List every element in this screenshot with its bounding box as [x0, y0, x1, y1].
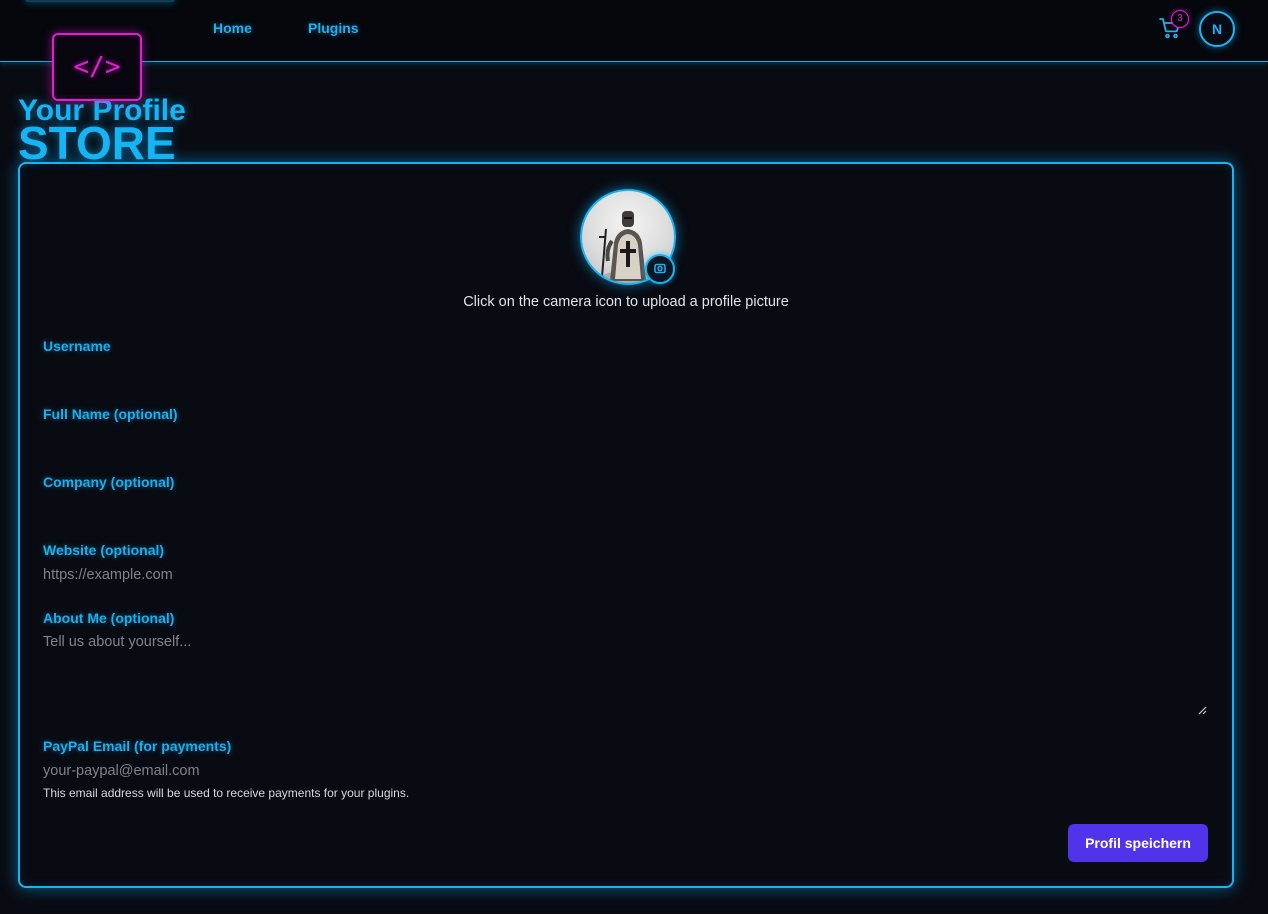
company-label: Company (optional)	[43, 474, 175, 490]
username-label: Username	[43, 338, 111, 354]
about-me-label: About Me (optional)	[43, 610, 175, 626]
full-name-label: Full Name (optional)	[43, 406, 178, 422]
upload-hint-text: Click on the camera icon to upload a pro…	[463, 294, 789, 310]
camera-icon[interactable]	[645, 254, 675, 284]
header-glow-decoration	[25, 0, 175, 2]
top-navigation-bar: Home Plugins 3 N	[0, 0, 1268, 62]
website-input[interactable]	[43, 564, 1207, 586]
about-me-textarea[interactable]	[43, 632, 1207, 716]
paypal-help-text: This email address will be used to recei…	[43, 786, 410, 800]
profile-form-card: Click on the camera icon to upload a pro…	[18, 162, 1234, 888]
nav-link-plugins[interactable]: Plugins	[308, 20, 359, 36]
website-label: Website (optional)	[43, 542, 165, 558]
nav-link-home[interactable]: Home	[213, 20, 252, 36]
paypal-email-input[interactable]	[43, 760, 1207, 782]
paypal-email-label: PayPal Email (for payments)	[43, 738, 232, 754]
username-input[interactable]	[43, 362, 1207, 384]
full-name-input[interactable]	[43, 430, 1207, 452]
company-input[interactable]	[43, 498, 1207, 520]
save-profile-button[interactable]: Profil speichern	[1068, 824, 1208, 862]
resize-handle-icon[interactable]	[1197, 702, 1207, 715]
cart-count-badge: 3	[1171, 10, 1189, 28]
code-logo-icon[interactable]: </>	[52, 33, 142, 101]
user-avatar-button[interactable]: N	[1199, 11, 1235, 47]
